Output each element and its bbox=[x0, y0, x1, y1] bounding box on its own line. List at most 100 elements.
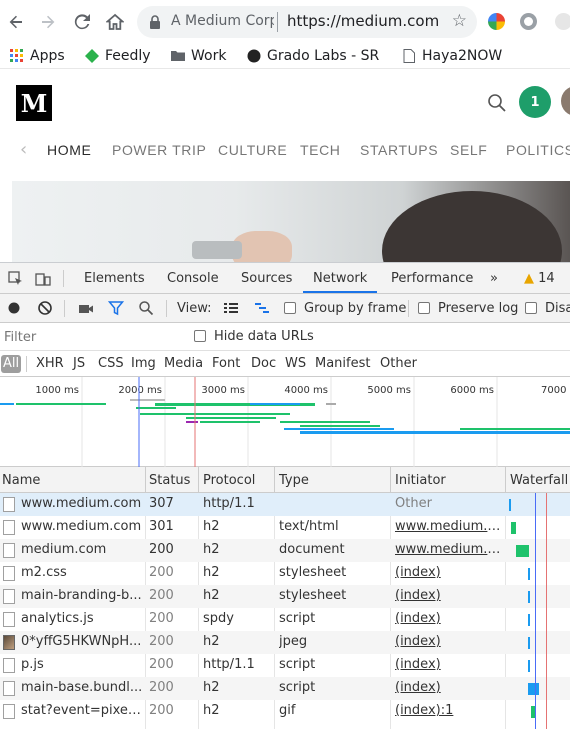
column-header-waterfall[interactable]: Waterfall bbox=[510, 473, 568, 488]
column-header-type[interactable]: Type bbox=[279, 473, 309, 488]
tab-elements[interactable]: Elements bbox=[84, 271, 145, 286]
table-row[interactable]: main-branding-b... 200 h2 stylesheet (in… bbox=[0, 585, 570, 608]
nav-item-politics[interactable]: POLITICS bbox=[506, 142, 570, 158]
nav-item-self[interactable]: SELF bbox=[450, 142, 487, 158]
filter-input[interactable] bbox=[2, 327, 180, 347]
camera-icon[interactable] bbox=[78, 300, 94, 316]
bookmark-star-icon[interactable]: ☆ bbox=[452, 11, 467, 31]
column-header-initiator[interactable]: Initiator bbox=[395, 473, 446, 488]
back-icon[interactable] bbox=[4, 10, 28, 34]
request-initiator-link[interactable]: (index):1 bbox=[395, 703, 503, 718]
request-initiator-link[interactable]: (index) bbox=[395, 611, 503, 626]
extension-icon[interactable] bbox=[488, 13, 505, 30]
column-header-status[interactable]: Status bbox=[149, 473, 190, 488]
nav-item-culture[interactable]: CULTURE bbox=[218, 142, 287, 158]
request-protocol: h2 bbox=[203, 703, 220, 718]
table-row[interactable]: medium.com 200 h2 document www.medium.c.… bbox=[0, 539, 570, 562]
preserve-log-checkbox[interactable] bbox=[418, 302, 430, 314]
request-initiator-link[interactable]: (index) bbox=[395, 657, 503, 672]
profile-icon[interactable] bbox=[555, 13, 570, 30]
home-icon[interactable] bbox=[103, 10, 127, 34]
search-icon[interactable] bbox=[487, 93, 507, 117]
type-filter-img[interactable]: Img bbox=[131, 356, 156, 371]
column-divider[interactable] bbox=[505, 467, 506, 493]
filter-icon[interactable] bbox=[107, 300, 125, 316]
clear-icon[interactable] bbox=[37, 300, 53, 316]
type-filter-all[interactable]: All bbox=[1, 355, 21, 373]
nav-item-tech[interactable]: TECH bbox=[300, 142, 341, 158]
medium-logo[interactable]: M bbox=[16, 85, 52, 121]
type-filter-other[interactable]: Other bbox=[380, 356, 417, 371]
search-icon[interactable] bbox=[138, 300, 154, 316]
bookmark-haya2now[interactable]: Haya2NOW bbox=[402, 46, 502, 66]
bookmark-work[interactable]: Work bbox=[171, 46, 226, 66]
table-row[interactable]: analytics.js 200 spdy script (index) bbox=[0, 608, 570, 631]
url-text[interactable]: https://medium.com bbox=[287, 12, 439, 30]
address-bar[interactable]: A Medium Corpo https://medium.com ☆ bbox=[137, 6, 477, 38]
network-request-list: www.medium.com 307 http/1.1 Other www.me… bbox=[0, 493, 570, 729]
network-overview[interactable]: 1000 ms 2000 ms 3000 ms 4000 ms 5000 ms … bbox=[0, 377, 570, 467]
nav-item-power-trip[interactable]: POWER TRIP bbox=[112, 142, 206, 158]
group-by-frame-checkbox[interactable] bbox=[284, 302, 296, 314]
bookmark-apps[interactable]: Apps bbox=[10, 46, 65, 66]
request-type: script bbox=[279, 680, 316, 695]
forward-icon[interactable] bbox=[36, 10, 60, 34]
tab-sources[interactable]: Sources bbox=[241, 271, 292, 286]
table-row[interactable]: m2.css 200 h2 stylesheet (index) bbox=[0, 562, 570, 585]
hero-image[interactable] bbox=[12, 181, 570, 262]
waterfall-view-icon[interactable] bbox=[254, 300, 270, 316]
table-row[interactable]: www.medium.com 301 h2 text/html www.medi… bbox=[0, 516, 570, 539]
type-filter-media[interactable]: Media bbox=[164, 356, 203, 371]
type-filter-doc[interactable]: Doc bbox=[251, 356, 276, 371]
request-protocol: h2 bbox=[203, 519, 220, 534]
tab-performance[interactable]: Performance bbox=[391, 271, 473, 286]
table-row[interactable]: main-base.bundl... 200 h2 script (index) bbox=[0, 677, 570, 700]
table-row[interactable]: stat?event=pixel.... 200 h2 gif (index):… bbox=[0, 700, 570, 723]
nav-item-home[interactable]: HOME bbox=[47, 142, 91, 158]
request-initiator-link[interactable]: (index) bbox=[395, 680, 503, 695]
large-rows-icon[interactable] bbox=[223, 300, 239, 316]
nav-item-startups[interactable]: STARTUPS bbox=[360, 142, 438, 158]
page-icon bbox=[403, 49, 415, 63]
column-divider[interactable] bbox=[198, 467, 199, 493]
type-filter-xhr[interactable]: XHR bbox=[36, 356, 64, 371]
request-type: script bbox=[279, 611, 316, 626]
waterfall-bar bbox=[516, 545, 529, 557]
warnings-badge[interactable]: ▲ 14 bbox=[524, 271, 555, 286]
column-divider[interactable] bbox=[274, 467, 275, 493]
device-toolbar-icon[interactable] bbox=[35, 271, 51, 287]
request-initiator-link[interactable]: www.medium.c... bbox=[395, 519, 503, 534]
more-tabs-button[interactable]: » bbox=[490, 271, 498, 286]
type-filter-css[interactable]: CSS bbox=[98, 356, 124, 371]
reload-icon[interactable] bbox=[70, 10, 94, 34]
waterfall-bar bbox=[528, 614, 530, 626]
table-row[interactable]: www.medium.com 307 http/1.1 Other bbox=[0, 493, 570, 516]
request-initiator-link[interactable]: (index) bbox=[395, 565, 503, 580]
column-divider[interactable] bbox=[145, 467, 146, 493]
column-header-protocol[interactable]: Protocol bbox=[203, 473, 255, 488]
tab-network[interactable]: Network bbox=[313, 271, 367, 286]
bookmark-feedly[interactable]: Feedly bbox=[85, 46, 151, 66]
request-name: main-base.bundl... bbox=[21, 680, 143, 695]
avatar[interactable] bbox=[561, 86, 570, 116]
bookmark-grado-labs[interactable]: Grado Labs - SR bbox=[247, 46, 384, 66]
tab-console[interactable]: Console bbox=[167, 271, 219, 286]
table-row[interactable]: p.js 200 http/1.1 script (index) bbox=[0, 654, 570, 677]
type-filter-font[interactable]: Font bbox=[212, 356, 240, 371]
table-row[interactable]: 0*yffG5HKWNpH... 200 h2 jpeg (index) bbox=[0, 631, 570, 654]
request-initiator-link[interactable]: (index) bbox=[395, 634, 503, 649]
request-initiator-link[interactable]: (index) bbox=[395, 588, 503, 603]
preserve-log-label: Preserve log bbox=[438, 301, 519, 316]
type-filter-js[interactable]: JS bbox=[73, 356, 85, 371]
disable-cache-checkbox[interactable] bbox=[525, 302, 537, 314]
inspect-element-icon[interactable] bbox=[8, 271, 24, 287]
type-filter-ws[interactable]: WS bbox=[285, 356, 306, 371]
column-divider[interactable] bbox=[390, 467, 391, 493]
notification-avatar[interactable]: 1 bbox=[519, 86, 551, 118]
hide-data-urls-checkbox[interactable] bbox=[194, 330, 206, 342]
record-icon[interactable] bbox=[6, 300, 22, 316]
request-initiator-link[interactable]: www.medium.c... bbox=[395, 542, 503, 557]
type-filter-manifest[interactable]: Manifest bbox=[315, 356, 370, 371]
chevron-left-icon[interactable]: ‹ bbox=[20, 139, 27, 160]
column-header-name[interactable]: Name bbox=[2, 473, 40, 488]
